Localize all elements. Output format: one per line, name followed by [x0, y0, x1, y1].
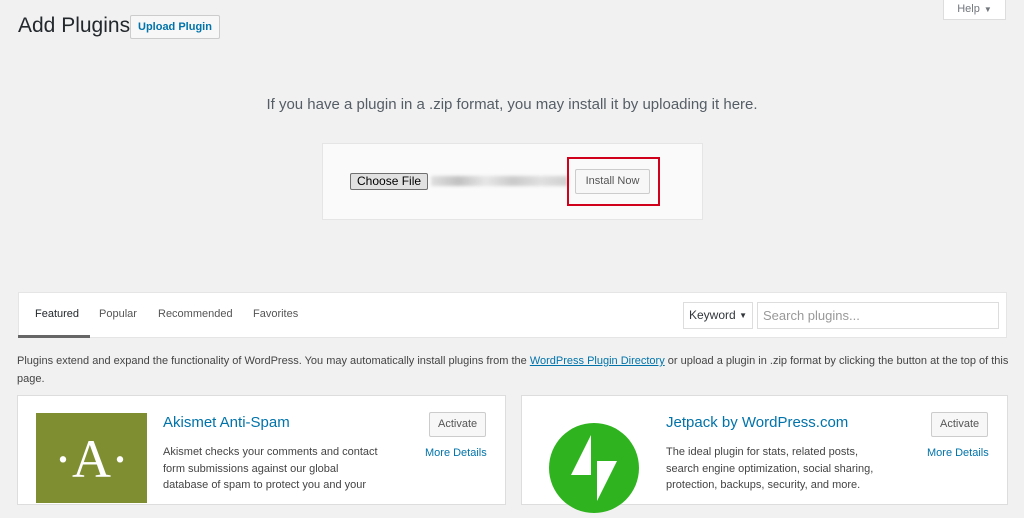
tab-popular[interactable]: Popular — [99, 308, 137, 320]
plugin-description: Akismet checks your comments and contact… — [163, 444, 378, 494]
select-arrow-icon: ▼ — [739, 311, 747, 320]
plugin-description-line: search engine optimization, social shari… — [666, 462, 874, 475]
install-button-highlight — [567, 157, 660, 206]
akismet-logo[interactable]: ·A· — [36, 413, 147, 503]
tab-favorites[interactable]: Favorites — [253, 308, 298, 320]
jetpack-bolt-icon — [549, 423, 639, 513]
page-title: Add Plugins — [18, 14, 131, 37]
tab-recommended[interactable]: Recommended — [158, 308, 233, 320]
activate-button[interactable]: Activate — [429, 412, 487, 437]
plugin-description-line: database of spam to protect you and your — [163, 479, 367, 491]
akismet-logo-letter: ·A· — [54, 429, 129, 489]
search-type-value: Keyword — [689, 308, 736, 322]
description-text-before: Plugins extend and expand the functional… — [17, 355, 530, 367]
plugin-directory-link[interactable]: WordPress Plugin Directory — [530, 355, 665, 367]
help-label: Help — [957, 3, 980, 15]
caret-down-icon: ▼ — [983, 5, 992, 14]
plugin-description: The ideal plugin for stats, related post… — [666, 444, 873, 494]
plugin-name[interactable]: Akismet Anti-Spam — [163, 414, 290, 431]
tab-featured[interactable]: Featured — [35, 308, 79, 320]
activate-button[interactable]: Activate — [931, 412, 989, 437]
more-details-link[interactable]: More Details — [927, 447, 989, 459]
more-details-link[interactable]: More Details — [425, 447, 487, 459]
plugin-description-line: protection, backups, security, and more. — [666, 479, 861, 491]
choose-file-button[interactable]: Choose File — [350, 173, 429, 190]
plugin-description-line: form submissions against our global — [163, 462, 339, 475]
selected-file-name-blurred — [431, 176, 568, 186]
search-type-select[interactable]: Keyword ▼ — [683, 302, 753, 329]
plugin-name[interactable]: Jetpack by WordPress.com — [666, 414, 848, 431]
upload-instruction: If you have a plugin in a .zip format, y… — [266, 96, 758, 113]
upload-plugin-button[interactable]: Upload Plugin — [130, 15, 220, 39]
jetpack-logo[interactable] — [549, 423, 639, 518]
active-tab-indicator — [18, 335, 90, 338]
plugin-description-line: The ideal plugin for stats, related post… — [666, 446, 858, 458]
plugin-description-line: Akismet checks your comments and contact — [163, 446, 378, 458]
search-plugins-input[interactable] — [757, 302, 999, 329]
plugins-description: Plugins extend and expand the functional… — [17, 352, 1017, 388]
help-tab[interactable]: Help ▼ — [943, 0, 1006, 20]
